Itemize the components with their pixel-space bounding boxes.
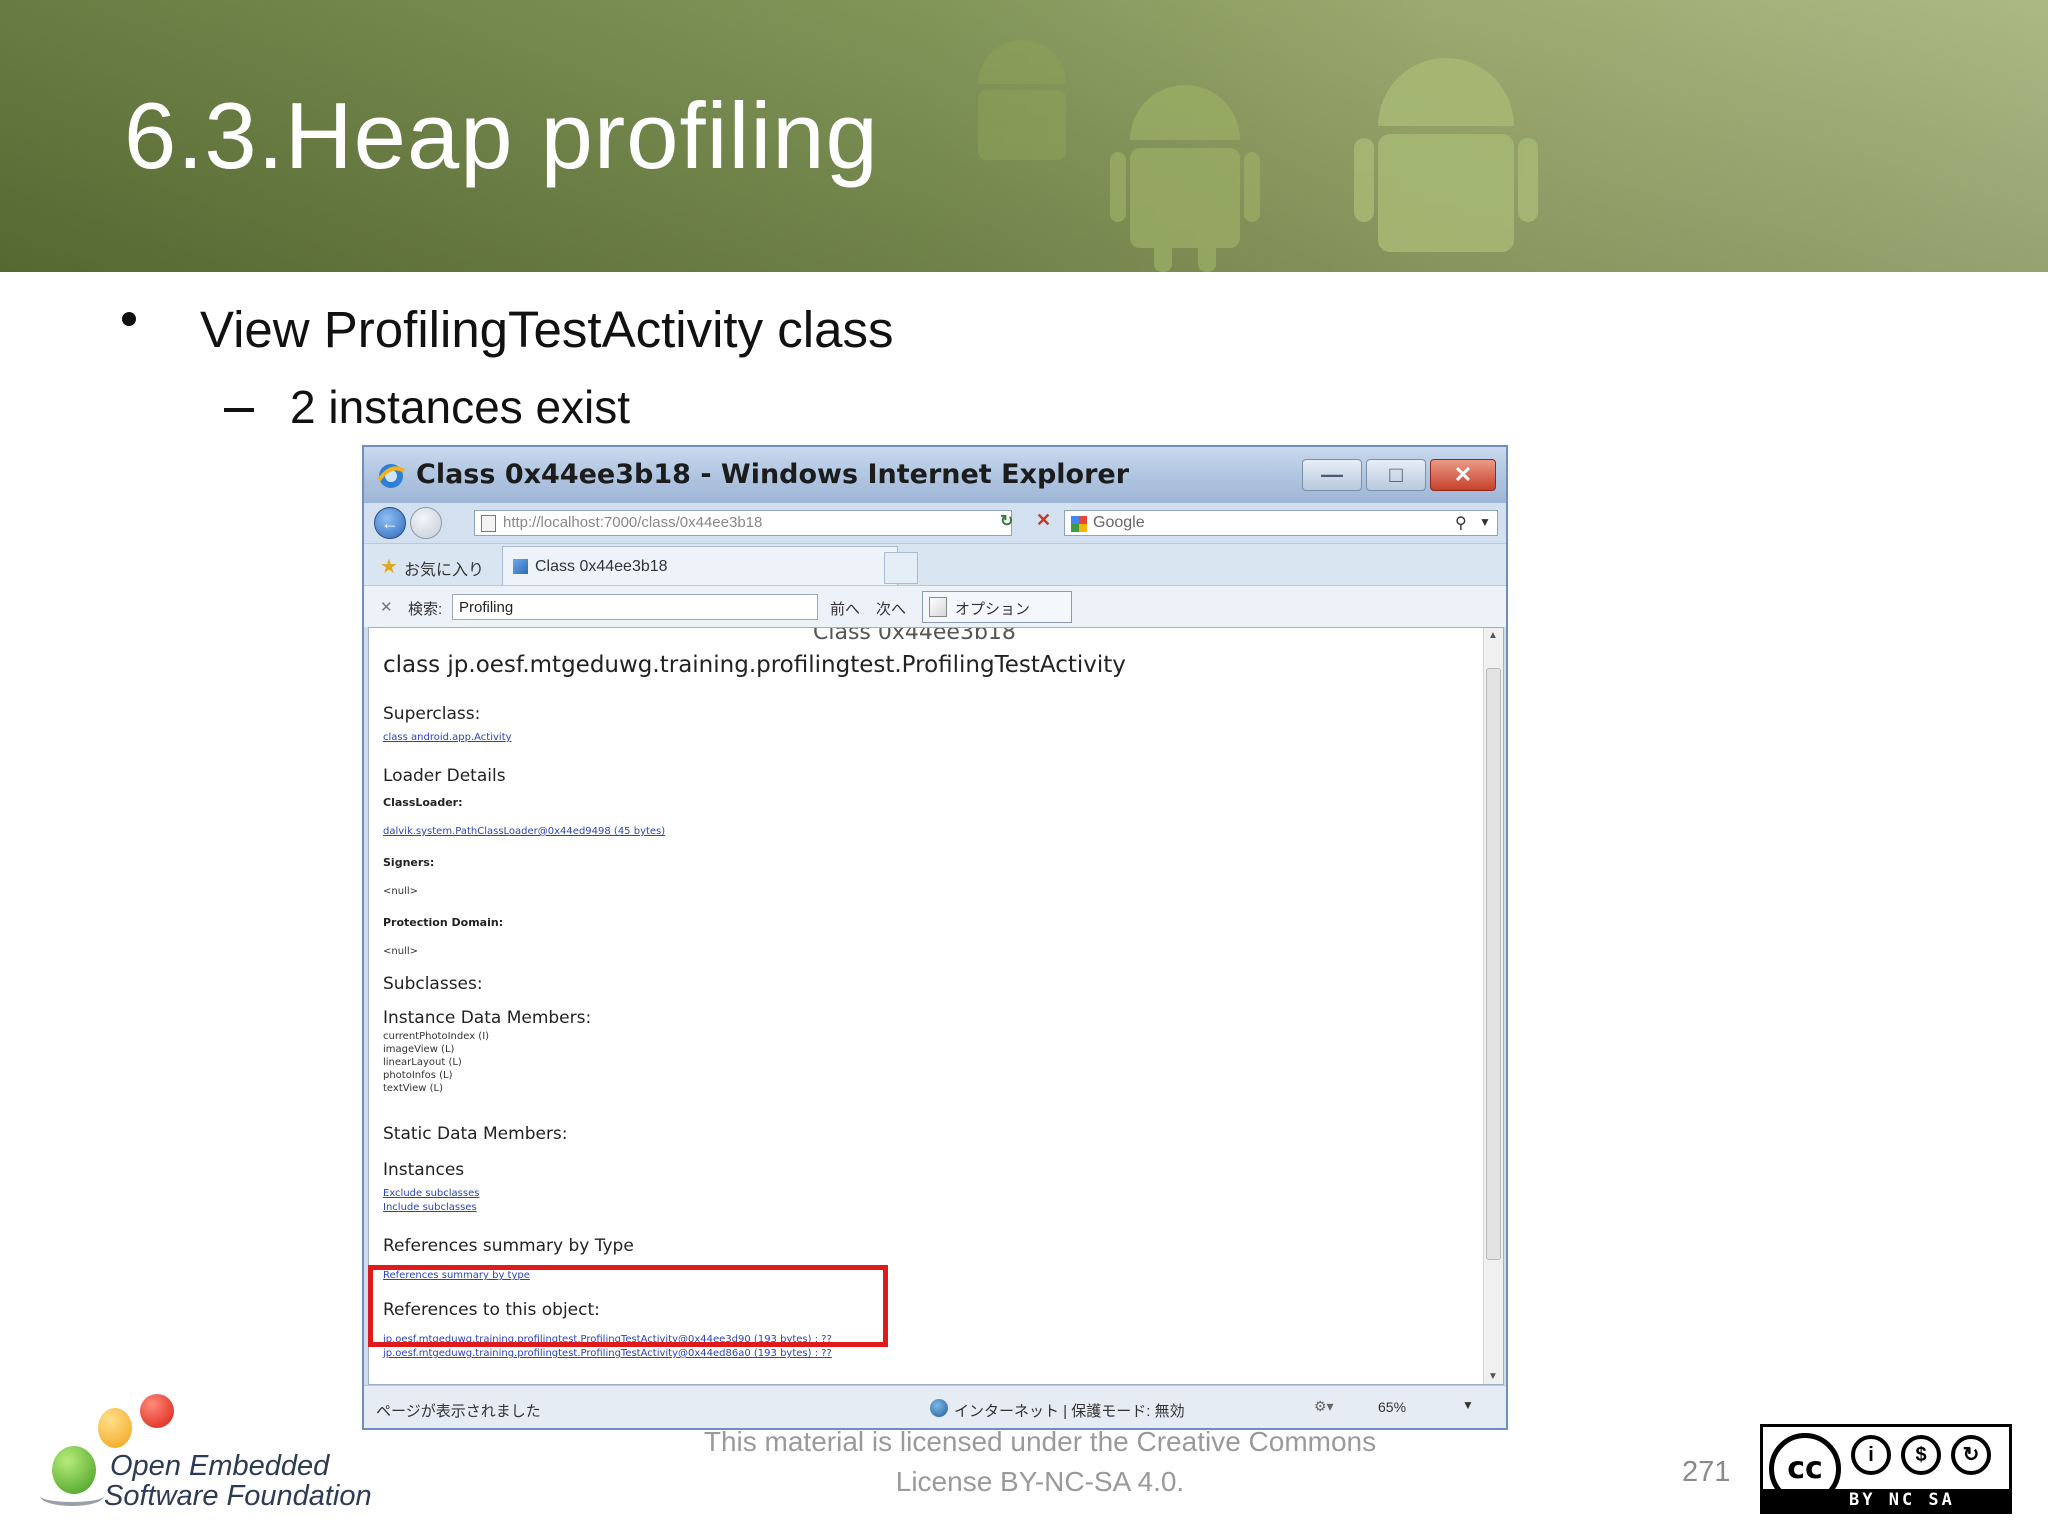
page-icon [481,515,496,532]
list-item: imageView (L) [383,1044,455,1055]
page-number: 271 [1682,1456,1731,1488]
sub-bullet-marker [224,408,254,412]
superclass-label: Superclass: [383,704,481,724]
back-button[interactable]: ← [374,507,406,539]
tab-label: Class 0x44ee3b18 [535,558,668,575]
oesf-logo-orange-dot [98,1408,132,1448]
forward-button[interactable] [410,507,442,539]
close-icon: ✕ [1453,462,1473,487]
signers-value: <null> [383,886,418,897]
favorites-tab-row: ★ お気に入り Class 0x44ee3b18 [364,543,1506,586]
oesf-logo-text-1: Open Embedded [110,1450,330,1482]
oesf-logo-swoosh [40,1486,104,1506]
find-bar: ✕ 検索: Profiling 前へ 次へ オプション [364,585,1506,627]
maximize-button[interactable]: □ [1366,459,1426,491]
oesf-logo-red-dot [140,1394,174,1428]
list-item: currentPhotoIndex (I) [383,1031,490,1042]
close-button[interactable]: ✕ [1430,459,1496,491]
creative-commons-badge: cc i $ ↻ BY NC SA [1760,1424,2012,1514]
classloader-label: ClassLoader: [383,796,463,809]
references-highlight-box [368,1265,888,1347]
android-robot-icon [1354,58,1538,252]
browser-window-title: Class 0x44ee3b18 - Windows Internet Expl… [416,459,1130,490]
options-pencil-icon [929,597,947,617]
ie-logo-icon [377,464,406,488]
scroll-up-icon[interactable]: ▲ [1488,630,1498,641]
security-zone-label: インターネット | 保護モード: 無効 [954,1403,1185,1420]
classloader-link[interactable]: dalvik.system.PathClassLoader@0x44ed9498… [383,826,665,837]
tab-class[interactable]: Class 0x44ee3b18 [502,546,898,586]
cc-badge-label: BY NC SA [1849,1490,1955,1510]
attribution-icon: i [1851,1435,1891,1475]
minimize-button[interactable]: — [1302,459,1362,491]
loader-details-heading: Loader Details [383,766,506,786]
zoom-dropdown-icon[interactable]: ▼ [1462,1398,1474,1412]
address-value: http://localhost:7000/class/0x44ee3b18 [503,514,763,531]
list-item: photoInfos (L) [383,1070,453,1081]
instances-heading: Instances [383,1160,465,1180]
favorites-star-icon[interactable]: ★ [380,554,398,579]
status-text: ページが表示されました [376,1403,541,1420]
superclass-link[interactable]: class android.app.Activity [383,732,512,743]
find-options-button[interactable]: オプション [922,591,1072,623]
class-name-heading: class jp.oesf.mtgeduwg.training.profilin… [383,652,1126,678]
license-text: This material is licensed under the Crea… [703,1426,1377,1497]
search-icon[interactable]: ⚲ [1455,513,1467,533]
browser-window: Class 0x44ee3b18 - Windows Internet Expl… [362,445,1508,1430]
list-item: linearLayout (L) [383,1057,462,1068]
new-tab-button[interactable] [884,552,918,584]
address-bar-row: ← http://localhost:7000/class/0x44ee3b18… [364,503,1506,543]
protection-domain-value: <null> [383,946,418,957]
search-engine-label: Google [1093,514,1145,531]
stop-icon[interactable]: ✕ [1036,510,1051,531]
exclude-subclasses-link[interactable]: Exclude subclasses [383,1188,479,1199]
scrollbar-thumb[interactable] [1486,668,1501,1260]
slide-title: 6.3.Heap profiling [124,83,879,188]
tools-icon[interactable]: ⚙▾ [1314,1398,1334,1415]
include-subclasses-link[interactable]: Include subclasses [383,1202,477,1213]
bullet-view-class: View ProfilingTestActivity class [200,301,894,358]
internet-zone-icon [930,1399,948,1417]
maximize-icon: □ [1389,462,1403,487]
signers-label: Signers: [383,856,435,869]
references-summary-heading: References summary by Type [383,1236,634,1256]
find-previous-button[interactable]: 前へ [830,598,860,619]
address-input[interactable]: http://localhost:7000/class/0x44ee3b18 ▼ [474,510,1104,536]
scroll-down-icon[interactable]: ▼ [1488,1371,1498,1382]
zoom-level[interactable]: 65% [1378,1399,1406,1415]
find-close-icon[interactable]: ✕ [380,598,393,616]
sharealike-icon: ↻ [1951,1435,1991,1475]
search-input[interactable]: Google ⚲ ▼ [1064,510,1498,536]
page-heading-cut: Class 0x44ee3b18 [813,627,1016,645]
back-arrow-icon: ← [381,513,399,533]
android-robot-icon [978,40,1066,160]
android-robot-icon [1110,85,1260,272]
refresh-icon[interactable]: ↻ [1000,511,1013,531]
find-next-button[interactable]: 次へ [876,598,906,619]
protection-domain-label: Protection Domain: [383,916,504,929]
noncommercial-icon: $ [1901,1435,1941,1475]
subclasses-label: Subclasses: [383,974,483,994]
google-icon [1071,516,1087,532]
favorites-label[interactable]: お気に入り [404,556,484,580]
search-dropdown-icon[interactable]: ▼ [1479,515,1491,529]
find-options-label: オプション [955,601,1031,618]
vertical-scrollbar[interactable]: ▲ ▼ [1483,628,1503,1384]
bullet-marker [122,312,136,326]
tab-page-icon [513,559,528,574]
sub-bullet-instances: 2 instances exist [290,381,631,433]
list-item: textView (L) [383,1083,444,1094]
slide-header-banner: 6.3.Heap profiling [0,0,2048,272]
find-input[interactable]: Profiling [452,594,818,620]
instance-members-list: currentPhotoIndex (I) imageView (L) line… [383,1030,489,1095]
oesf-logo-text-2: Software Foundation [104,1480,372,1512]
reference-link-2[interactable]: jp.oesf.mtgeduwg.training.profilingtest.… [383,1348,832,1359]
browser-title-bar[interactable]: Class 0x44ee3b18 - Windows Internet Expl… [364,447,1506,503]
cc-badge-band: BY NC SA [1763,1489,2009,1511]
find-label: 検索: [408,601,443,618]
find-value: Profiling [459,599,514,616]
minimize-icon: — [1321,462,1343,487]
static-members-label: Static Data Members: [383,1124,568,1144]
instance-members-label: Instance Data Members: [383,1008,592,1028]
